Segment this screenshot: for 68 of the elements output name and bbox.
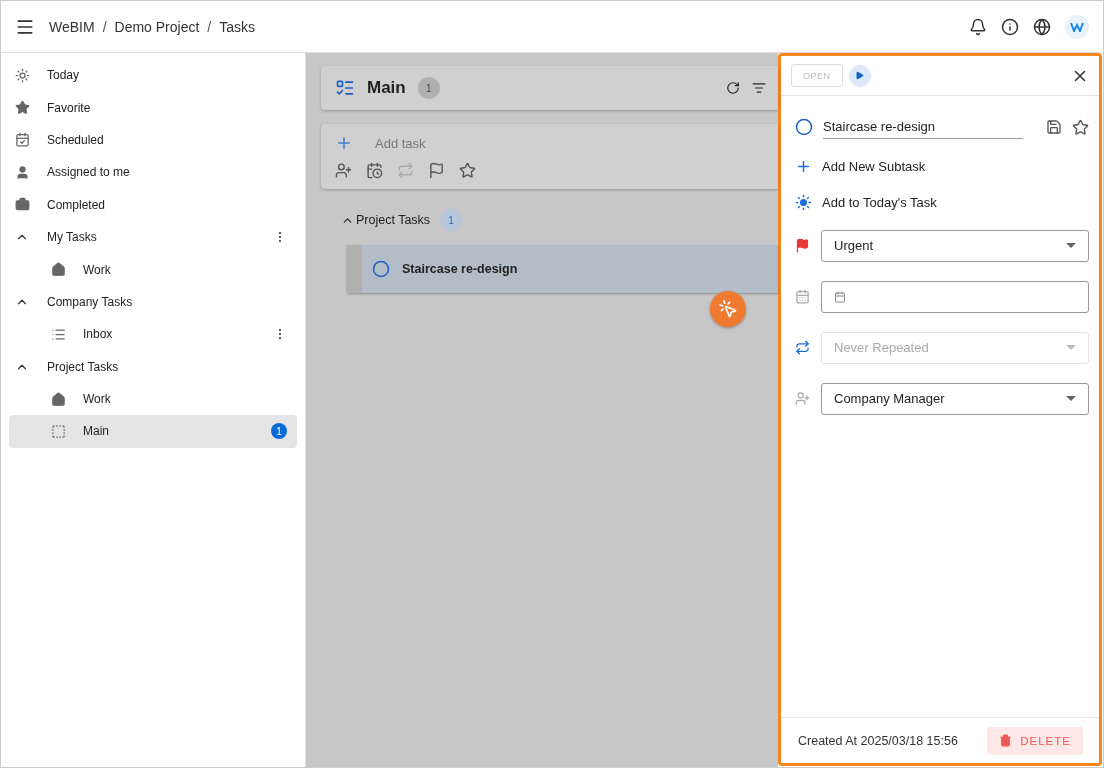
caret-icon	[1066, 396, 1076, 401]
trash-icon	[999, 734, 1013, 747]
caret-icon	[1066, 345, 1076, 350]
sidebar-item[interactable]: Completed	[9, 188, 297, 221]
add-task-field[interactable]: Add task	[373, 134, 673, 152]
sidebar-group[interactable]: Project Tasks	[9, 350, 297, 383]
add-subtask-button[interactable]: Add New Subtask	[795, 148, 1089, 184]
list-title: Main	[367, 78, 406, 98]
list-icon	[335, 78, 355, 98]
save-icon[interactable]	[1046, 119, 1062, 135]
flag-icon	[795, 238, 810, 253]
breadcrumb-item[interactable]: Demo Project	[114, 18, 200, 35]
breadcrumb-separator: /	[102, 18, 107, 35]
sidebar-group[interactable]: Company Tasks	[9, 285, 297, 319]
circle-checkbox[interactable]	[795, 118, 813, 136]
created-timestamp: Created At 2025/03/18 15:56	[798, 733, 958, 748]
info-icon[interactable]	[1001, 17, 1019, 36]
bell-icon[interactable]	[969, 17, 987, 36]
person-add-icon	[795, 391, 810, 406]
person-add-icon[interactable]	[335, 162, 352, 179]
house-icon	[51, 262, 66, 278]
person-icon	[15, 164, 30, 180]
calendar-clock-icon[interactable]	[366, 162, 383, 179]
add-today-button[interactable]: Add to Today's Task	[795, 184, 1089, 220]
sidebar-item[interactable]: Work	[9, 382, 297, 416]
task-row[interactable]: Staircase re-design	[347, 245, 778, 293]
calendar-icon	[834, 290, 846, 303]
click-cursor-icon	[710, 291, 746, 327]
briefcase-icon	[15, 197, 30, 213]
sun-icon	[15, 67, 30, 83]
select-field[interactable]: Urgent	[821, 229, 1089, 262]
star-icon[interactable]	[1072, 118, 1089, 136]
caret-icon	[1066, 243, 1076, 248]
sun-icon	[795, 193, 812, 211]
calendar-icon	[795, 289, 810, 304]
sidebar-item[interactable]: Inbox	[9, 318, 297, 351]
breadcrumb-item[interactable]: WeBIM	[49, 18, 95, 35]
house-icon	[51, 391, 66, 407]
select-field[interactable]: Company Manager	[821, 382, 1089, 415]
refresh-icon[interactable]	[726, 81, 740, 95]
square-icon	[51, 424, 66, 439]
logo-icon[interactable]	[1065, 14, 1089, 39]
date-field[interactable]	[821, 280, 1089, 313]
count-badge: 1	[440, 209, 463, 231]
sidebar-item[interactable]: Scheduled	[9, 123, 297, 157]
sidebar-item[interactable]: Assigned to me	[9, 156, 297, 189]
count-badge: 1	[417, 77, 440, 99]
flag-icon[interactable]	[428, 162, 445, 179]
calendar-check-icon	[15, 132, 30, 148]
task-title: Staircase re-design	[402, 262, 518, 276]
list-icon	[51, 326, 66, 342]
filter-icon[interactable]	[752, 81, 766, 95]
breadcrumb-separator: /	[207, 18, 212, 35]
star-icon[interactable]	[459, 162, 476, 179]
sidebar-item[interactable]: Favorite	[9, 91, 297, 124]
play-icon	[855, 71, 864, 80]
count-badge: 1	[271, 423, 287, 440]
star-icon	[15, 100, 30, 116]
sidebar-group[interactable]: My Tasks	[9, 220, 297, 254]
play-button[interactable]	[848, 64, 871, 87]
repeat-icon	[795, 340, 810, 355]
globe-icon[interactable]	[1033, 17, 1051, 36]
sidebar-item[interactable]: Work	[9, 253, 297, 286]
sidebar-item[interactable]: Today	[9, 59, 297, 92]
breadcrumb-item[interactable]: Tasks	[219, 18, 256, 35]
circle-checkbox[interactable]	[372, 260, 390, 278]
sidebar-item[interactable]: Main 1	[9, 415, 297, 448]
section-toggle[interactable]: Project Tasks	[341, 213, 431, 227]
